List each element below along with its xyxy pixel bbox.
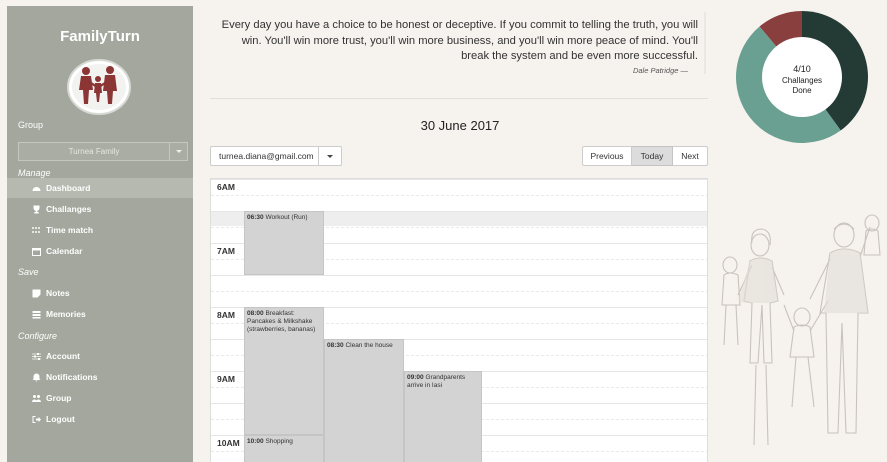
calendar-date-title: 30 June 2017: [420, 118, 500, 133]
header-divider: [210, 98, 708, 99]
family-sketch-illustration: [721, 214, 881, 446]
group-select[interactable]: Turnea Family: [18, 142, 188, 161]
sidebar: FamilyTurn Group Turnea Family Manage Da…: [7, 6, 193, 462]
event-time: 10:00: [247, 438, 264, 445]
group-select-value: Turnea Family: [68, 147, 120, 156]
sliders-icon: [32, 353, 41, 360]
hour-label: 10AM: [217, 438, 240, 448]
daily-quote: Every day you have a choice to be honest…: [221, 19, 698, 62]
note-icon: [32, 289, 41, 298]
calendar-event[interactable]: 06:30 Workout (Run): [244, 211, 324, 275]
calendar-event[interactable]: 08:00 Breakfast: Pancakes & Milkshake (s…: [244, 307, 324, 435]
dashboard-icon: [32, 187, 41, 191]
event-time: 08:30: [327, 342, 344, 349]
user-email-dropdown[interactable]: turnea.diana@gmail.com: [210, 146, 319, 166]
hour-label: 7AM: [217, 246, 235, 256]
bell-icon: [32, 373, 41, 382]
sidebar-item-label: Challanges: [46, 204, 92, 214]
sidebar-item-label: Group: [46, 393, 72, 403]
sidebar-item-group[interactable]: Group: [7, 388, 193, 408]
quote-divider: [704, 12, 706, 74]
chevron-down-icon: [327, 155, 333, 158]
challenges-donut-chart: 4/10 Challanges Done: [736, 11, 868, 143]
sidebar-item-calendar[interactable]: Calendar: [7, 241, 193, 261]
event-title: Workout (Run): [265, 214, 308, 221]
quote-author: Dale Patridge —: [632, 66, 688, 75]
sidebar-item-label: Notifications: [46, 372, 98, 382]
group-select-toggle[interactable]: [169, 143, 187, 160]
section-manage: Manage: [18, 168, 51, 178]
users-icon: [32, 395, 41, 402]
group-label: Group: [18, 120, 44, 130]
event-title: Shopping: [265, 438, 293, 445]
trophy-icon: [33, 205, 40, 214]
sidebar-item-label: Account: [46, 351, 80, 361]
previous-button[interactable]: Previous: [582, 146, 632, 166]
day-calendar-grid[interactable]: 6AM 7AM 8AM 9AM 10AM 06:30 Workout (Run)…: [210, 178, 708, 462]
donut-caption-line1: Challanges: [782, 76, 822, 85]
event-title: Clean the house: [345, 342, 393, 349]
sidebar-item-label: Logout: [46, 414, 75, 424]
calendar-event[interactable]: 10:00 Shopping: [244, 435, 324, 462]
sidebar-item-label: Time match: [46, 225, 94, 235]
user-email-dropdown-toggle[interactable]: [319, 146, 342, 166]
grid-icon: [32, 227, 40, 233]
sidebar-item-dashboard[interactable]: Dashboard: [7, 178, 193, 198]
app-title: FamilyTurn: [60, 28, 140, 45]
sidebar-item-notes[interactable]: Notes: [7, 283, 193, 303]
sidebar-item-notifications[interactable]: Notifications: [7, 367, 193, 387]
section-save: Save: [18, 267, 39, 277]
chevron-down-icon: [176, 150, 182, 153]
calendar-event[interactable]: 09:00 Grandparents arrive in Iasi: [404, 371, 482, 462]
section-configure: Configure: [18, 331, 58, 341]
sidebar-item-label: Calendar: [46, 246, 83, 256]
sidebar-item-account[interactable]: Account: [7, 346, 193, 366]
event-time: 09:00: [407, 374, 424, 381]
sidebar-item-time-match[interactable]: Time match: [7, 220, 193, 240]
sidebar-item-label: Dashboard: [46, 183, 91, 193]
donut-count: 4/10: [793, 64, 811, 74]
hour-label: 6AM: [217, 182, 235, 192]
hour-label: 8AM: [217, 310, 235, 320]
sidebar-item-label: Memories: [46, 309, 86, 319]
hour-label: 9AM: [217, 374, 235, 384]
calendar-icon: [32, 248, 41, 256]
donut-caption-line2: Done: [792, 86, 812, 95]
event-time: 06:30: [247, 214, 264, 221]
today-button[interactable]: Today: [632, 146, 673, 166]
calendar-event[interactable]: 08:30 Clean the house: [324, 339, 404, 462]
list-icon: [32, 311, 41, 319]
sidebar-item-logout[interactable]: Logout: [7, 409, 193, 429]
event-time: 08:00: [247, 310, 264, 317]
next-button[interactable]: Next: [673, 146, 708, 166]
sidebar-item-label: Notes: [46, 288, 70, 298]
logout-icon: [32, 416, 41, 423]
sidebar-item-memories[interactable]: Memories: [7, 304, 193, 324]
family-logo-icon: [67, 59, 131, 115]
sidebar-item-challanges[interactable]: Challanges: [7, 199, 193, 219]
